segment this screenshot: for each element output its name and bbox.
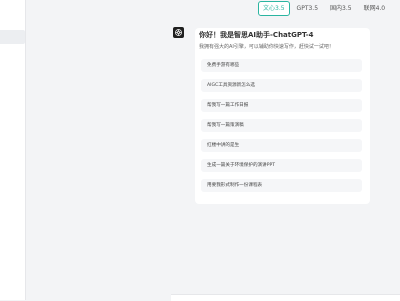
suggestion-list: 免费手游有哪些 AIGC工具资源新怎么选 帮我写一篇工作日报 帮我写一篇策演稿 … bbox=[201, 59, 362, 199]
suggestion-item[interactable]: 帮我写一篇工作日报 bbox=[201, 99, 362, 112]
greeting-subtitle: 我拥有强大的AI引擎，可以辅助你快速写作，赶快试一试吧！ bbox=[199, 44, 334, 50]
suggestion-item[interactable]: 红楼中讲的是生 bbox=[201, 139, 362, 152]
sidebar bbox=[0, 0, 26, 300]
tab-domestic-3-5[interactable]: 国内3.5 bbox=[325, 1, 357, 16]
welcome-card: 你好！我是智思AI助手-ChatGPT-4 我拥有强大的AI引擎，可以辅助你快速… bbox=[195, 28, 370, 204]
sidebar-item-active[interactable] bbox=[0, 30, 25, 44]
suggestion-item[interactable]: 生成一篇关于环境保护的演讲PPT bbox=[201, 159, 362, 172]
assistant-avatar bbox=[173, 27, 184, 38]
model-tabs: 文心3.5 GPT3.5 国内3.5 联网4.0 bbox=[258, 1, 391, 16]
greeting-title: 你好！我是智思AI助手-ChatGPT-4 bbox=[199, 31, 314, 39]
suggestion-item[interactable]: 帮我写一篇策演稿 bbox=[201, 119, 362, 132]
tab-gpt-3-5[interactable]: GPT3.5 bbox=[291, 1, 324, 16]
suggestion-item[interactable]: 免费手游有哪些 bbox=[201, 59, 362, 72]
tab-online-4-0[interactable]: 联网4.0 bbox=[358, 1, 391, 16]
suggestion-item[interactable]: 用要我形式制作一份课程表 bbox=[201, 179, 362, 192]
openai-logo-icon bbox=[175, 29, 182, 36]
suggestion-item[interactable]: AIGC工具资源新怎么选 bbox=[201, 79, 362, 92]
tab-wenxin-3-5[interactable]: 文心3.5 bbox=[258, 1, 290, 16]
